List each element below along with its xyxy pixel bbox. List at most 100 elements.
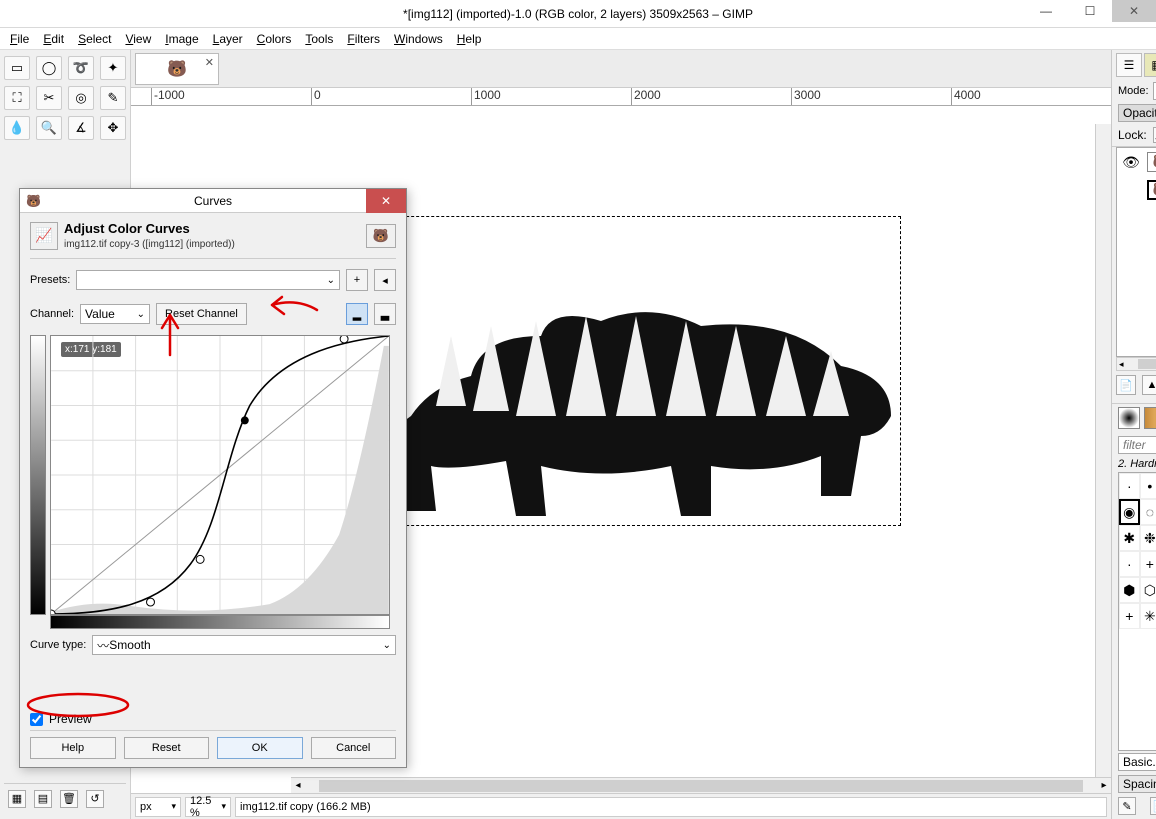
layer-thumb-icon: 🐻 bbox=[1147, 152, 1156, 172]
menu-select[interactable]: Select bbox=[78, 32, 111, 46]
rect-select-tool[interactable]: ▭ bbox=[4, 56, 30, 80]
status-unit-select[interactable]: px bbox=[135, 797, 181, 817]
window-title: *[img112] (imported)-1.0 (RGB color, 2 l… bbox=[403, 7, 753, 21]
window-close-button[interactable]: ✕ bbox=[1112, 0, 1156, 22]
cancel-button[interactable]: Cancel bbox=[311, 737, 397, 759]
preview-label[interactable]: Preview bbox=[49, 712, 92, 726]
curves-horizontal-gradient bbox=[50, 615, 390, 629]
ruler-tick: 0 bbox=[311, 88, 471, 105]
window-minimize-button[interactable]: — bbox=[1024, 0, 1068, 22]
lock-label: Lock: bbox=[1118, 128, 1147, 142]
histogram-log-icon[interactable]: ▃ bbox=[374, 303, 396, 325]
menu-filters[interactable]: Filters bbox=[347, 32, 380, 46]
move-tool[interactable]: ✥ bbox=[100, 116, 126, 140]
dock-tab-channels-icon[interactable]: ▦ bbox=[1144, 53, 1156, 77]
curves-preview-thumb: 🐻 bbox=[366, 224, 396, 248]
ruler-horizontal: -1000 0 1000 2000 3000 4000 bbox=[131, 88, 1111, 106]
menu-help[interactable]: Help bbox=[457, 32, 482, 46]
ruler-tick: 1000 bbox=[471, 88, 631, 105]
channel-select[interactable]: Value bbox=[80, 304, 150, 324]
brush-swatch-radial[interactable] bbox=[1118, 407, 1140, 429]
brush-grid[interactable]: ·•—–·◦○ ◉◌●●●●★ ✱❉❋✦✧✺✹ ·+·++·+ ⬢⬡❂✿❃❁⬤ … bbox=[1118, 472, 1156, 751]
menu-windows[interactable]: Windows bbox=[394, 32, 443, 46]
help-button[interactable]: Help bbox=[30, 737, 116, 759]
menu-colors[interactable]: Colors bbox=[257, 32, 292, 46]
layer-new-button[interactable]: 📄 bbox=[1116, 375, 1136, 395]
menu-layer[interactable]: Layer bbox=[213, 32, 243, 46]
brush-edit-button[interactable]: ✎ bbox=[1118, 797, 1136, 815]
histogram-linear-icon[interactable]: ▂ bbox=[346, 303, 368, 325]
presets-menu-button[interactable]: ◂ bbox=[374, 269, 396, 291]
foreground-select-tool[interactable]: ◎ bbox=[68, 86, 94, 110]
measure-tool[interactable]: ∡ bbox=[68, 116, 94, 140]
toolbox-btn-3[interactable]: 🗑 bbox=[60, 790, 78, 808]
color-picker-tool[interactable]: 💧 bbox=[4, 116, 30, 140]
curves-dialog[interactable]: 🐻 Curves ✕ 📈 Adjust Color Curves img112.… bbox=[19, 188, 407, 768]
status-file-info: img112.tif copy (166.2 MB) bbox=[235, 797, 1107, 817]
layer-thumb-icon: 🐻 bbox=[1147, 180, 1156, 200]
menu-image[interactable]: Image bbox=[165, 32, 198, 46]
image-tab[interactable]: 🐻 ✕ bbox=[135, 53, 219, 85]
fuzzy-select-tool[interactable]: ✦ bbox=[100, 56, 126, 80]
eye-icon[interactable]: 👁 bbox=[1121, 154, 1141, 171]
menu-view[interactable]: View bbox=[125, 32, 151, 46]
statusbar: px 12.5 % img112.tif copy (166.2 MB) bbox=[131, 793, 1111, 819]
reset-button[interactable]: Reset bbox=[124, 737, 210, 759]
brush-new-button[interactable]: 📄 bbox=[1150, 797, 1156, 815]
brush-category-select[interactable]: Basic. bbox=[1118, 753, 1156, 771]
toolbox-btn-2[interactable]: ▤ bbox=[34, 790, 52, 808]
toolbox-btn-1[interactable]: ▦ bbox=[8, 790, 26, 808]
layer-up-button[interactable]: ▲ bbox=[1142, 375, 1156, 395]
bear-thumb-icon: 🐻 bbox=[167, 59, 187, 79]
right-dock: ☰ ▦ ⤳ ↶ ◂ Mode: Normal Opacity 100.0 Loc… bbox=[1111, 50, 1156, 819]
ok-button[interactable]: OK bbox=[217, 737, 303, 759]
presets-select[interactable] bbox=[76, 270, 340, 290]
curves-heading: Adjust Color Curves bbox=[64, 221, 190, 236]
brush-filter-input[interactable]: filter bbox=[1118, 436, 1156, 454]
brush-swatch-pattern[interactable] bbox=[1144, 407, 1156, 429]
spacing-slider[interactable]: Spacing10.0 bbox=[1118, 775, 1156, 793]
scissors-tool[interactable]: ✂ bbox=[36, 86, 62, 110]
toolbox-btn-4[interactable]: ↺ bbox=[86, 790, 104, 808]
curves-graph[interactable]: x:171 y:181 bbox=[50, 335, 390, 615]
presets-add-button[interactable]: + bbox=[346, 269, 368, 291]
ruler-tick: 2000 bbox=[631, 88, 791, 105]
layer-scrollbar-horizontal[interactable]: ◂▸ bbox=[1116, 357, 1156, 371]
curves-close-button[interactable]: ✕ bbox=[366, 189, 406, 213]
ruler-tick: -1000 bbox=[151, 88, 311, 105]
menu-edit[interactable]: Edit bbox=[43, 32, 64, 46]
curve-type-select[interactable]: 〰 Smooth bbox=[92, 635, 396, 655]
curves-vertical-gradient bbox=[30, 335, 46, 615]
layer-list[interactable]: 👁 🐻 img112.tif copy 🐻 original bbox=[1116, 147, 1156, 357]
menubar: File Edit Select View Image Layer Colors… bbox=[0, 28, 1156, 50]
reset-channel-button[interactable]: Reset Channel bbox=[156, 303, 247, 325]
layer-row[interactable]: 👁 🐻 img112.tif copy bbox=[1117, 148, 1156, 176]
mode-label: Mode: bbox=[1118, 85, 1149, 97]
opacity-slider[interactable]: Opacity 100.0 bbox=[1118, 104, 1156, 122]
menu-file[interactable]: File bbox=[10, 32, 29, 46]
ruler-tick: 3000 bbox=[791, 88, 951, 105]
menu-tools[interactable]: Tools bbox=[305, 32, 333, 46]
canvas-scrollbar-horizontal[interactable]: ◂▸ bbox=[291, 777, 1111, 793]
bear-image bbox=[371, 266, 901, 526]
brush-name-label: 2. Hardness 050 (51 × 51) bbox=[1112, 456, 1156, 472]
curves-title: Curves bbox=[194, 194, 232, 208]
preview-checkbox[interactable] bbox=[30, 713, 43, 726]
status-zoom-select[interactable]: 12.5 % bbox=[185, 797, 231, 817]
dock-tab-layers-icon[interactable]: ☰ bbox=[1116, 53, 1142, 77]
lasso-tool[interactable]: ➰ bbox=[68, 56, 94, 80]
curves-title-icon: 🐻 bbox=[26, 194, 41, 208]
path-tool[interactable]: ✎ bbox=[100, 86, 126, 110]
crop-tool[interactable]: ⛶ bbox=[4, 86, 30, 110]
curves-icon: 📈 bbox=[30, 222, 58, 250]
canvas-scrollbar-vertical[interactable] bbox=[1095, 124, 1111, 777]
mode-select[interactable]: Normal bbox=[1153, 82, 1156, 100]
presets-label: Presets: bbox=[30, 274, 70, 286]
window-maximize-button[interactable]: ☐ bbox=[1068, 0, 1112, 22]
ellipse-select-tool[interactable]: ◯ bbox=[36, 56, 62, 80]
tab-close-button[interactable]: ✕ bbox=[205, 56, 214, 69]
zoom-tool[interactable]: 🔍 bbox=[36, 116, 62, 140]
layer-row[interactable]: 🐻 original bbox=[1117, 176, 1156, 204]
ruler-tick: 4000 bbox=[951, 88, 1111, 105]
curve-type-label: Curve type: bbox=[30, 639, 86, 651]
